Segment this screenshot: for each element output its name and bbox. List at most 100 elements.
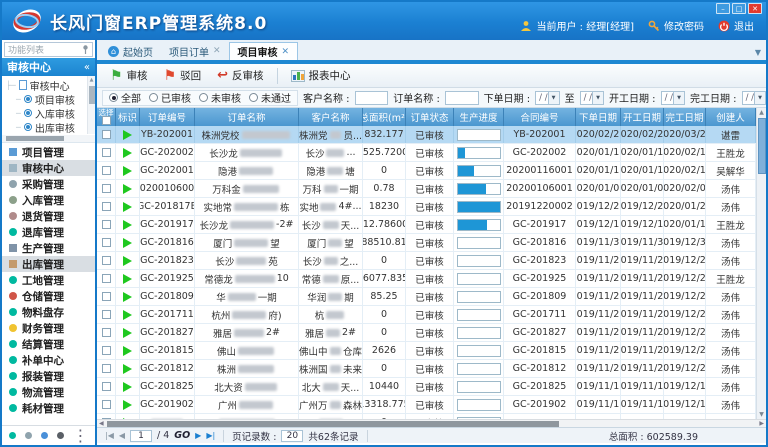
column-header-contract[interactable]: 合同编号 [504, 108, 576, 126]
page-number-input[interactable]: 1 [130, 430, 152, 442]
column-header-order-no[interactable]: 订单编号 [140, 108, 195, 126]
change-password-button[interactable]: 修改密码 [648, 18, 704, 33]
row-checkbox[interactable] [102, 238, 111, 247]
sidebar-panel-header[interactable]: 审核中心 « [2, 58, 95, 76]
column-header-start-date[interactable]: 开工日期 [621, 108, 664, 126]
scroll-thumb[interactable] [107, 421, 559, 427]
unaudit-button[interactable]: ↩ 反审核 [210, 66, 270, 85]
grid-vertical-scrollbar[interactable]: ▲ ▼ [756, 108, 766, 419]
column-header-creator[interactable]: 创建人 [706, 108, 756, 126]
row-checkbox[interactable] [102, 310, 111, 319]
maximize-button[interactable]: □ [732, 3, 746, 14]
table-row[interactable]: 20200106001万科金万科一期0.78已审核202001060012020… [97, 180, 756, 198]
tree-item-1[interactable]: ─入库审核 [2, 106, 95, 120]
row-checkbox[interactable] [102, 274, 111, 283]
select-all-checkbox[interactable] [102, 116, 111, 125]
tree-root-audit-center[interactable]: ├─ 审核中心 [2, 78, 95, 92]
tree-vertical-scrollbar[interactable]: ▲ [87, 76, 95, 134]
scroll-down-icon[interactable]: ▼ [757, 410, 766, 419]
sidebar-item-报装管理[interactable]: 报装管理 [2, 368, 95, 384]
row-checkbox[interactable] [102, 400, 111, 409]
radio-未通过[interactable]: 未通过 [249, 90, 291, 105]
start-date-input[interactable]: / /▼ [661, 91, 685, 105]
sidebar-item-结算管理[interactable]: 结算管理 [2, 336, 95, 352]
row-checkbox[interactable] [102, 364, 111, 373]
close-tab-icon[interactable]: ✕ [282, 47, 290, 57]
sidebar-item-耗材管理[interactable]: 耗材管理 [2, 400, 95, 416]
table-row[interactable]: GC-201711杭州府)杭0已审核GC-2017112019/11/20201… [97, 306, 756, 324]
table-row[interactable]: YB-202001株洲党校株洲党员...832.177已审核YB-2020012… [97, 126, 756, 144]
table-row[interactable]: GC-201925常德龙10常德原...266077.835...已审核GC-2… [97, 270, 756, 288]
sidebar-item-出库管理[interactable]: 出库管理 [2, 256, 95, 272]
table-row[interactable]: GC-201825北大资北大天...10440已审核GC-2018252019/… [97, 378, 756, 396]
sidebar-item-补单中心[interactable]: 补单中心 [2, 352, 95, 368]
sidebar-item-退库管理[interactable]: 退库管理 [2, 224, 95, 240]
column-header-flag[interactable]: 标识 [116, 108, 140, 126]
table-row[interactable]: GC-201815佛山佛山中仓库2626已审核GC-2018152019/11/… [97, 342, 756, 360]
tab-project-audit[interactable]: 项目审核 ✕ [229, 42, 299, 60]
tab-project-orders[interactable]: 项目订单 ✕ [161, 42, 229, 60]
grid-horizontal-scrollbar[interactable]: ◀ ▶ [97, 419, 766, 427]
next-page-button[interactable]: ▶ [195, 431, 201, 440]
report-center-button[interactable]: 报表中心 [284, 66, 358, 85]
radio-全部[interactable]: 全部 [109, 90, 141, 105]
tree-horizontal-scrollbar[interactable] [2, 135, 95, 142]
finish-date-input[interactable]: / /▼ [742, 91, 766, 105]
collapsed-icon-3[interactable] [41, 432, 48, 439]
tree-item-2[interactable]: ─出库审核 [2, 120, 95, 134]
column-header-progress[interactable]: 生产进度 [454, 108, 504, 126]
scroll-left-icon[interactable]: ◀ [99, 420, 104, 428]
row-checkbox[interactable] [102, 184, 111, 193]
sidebar-item-工地管理[interactable]: 工地管理 [2, 272, 95, 288]
calendar-dropdown-icon[interactable]: ▼ [673, 92, 684, 104]
tab-home[interactable]: ⌂ 起始页 [100, 42, 161, 60]
minimize-button[interactable]: – [716, 3, 730, 14]
table-row[interactable]: GC-201809华一期华润期85.25已审核GC-2018092019/11/… [97, 288, 756, 306]
tab-overflow-icon[interactable]: ▼ [755, 48, 761, 57]
sidebar-item-仓储管理[interactable]: 仓储管理 [2, 288, 95, 304]
table-row[interactable]: GC-201902广州广州万森林13318.775已审核GC-201902201… [97, 396, 756, 414]
collapsed-icon-1[interactable] [9, 432, 16, 439]
scroll-thumb[interactable] [6, 136, 64, 141]
order-date-from-input[interactable]: / /▼ [535, 91, 559, 105]
table-row[interactable]: GC-201816厦门望厦门望188510.818已审核GC-201816201… [97, 234, 756, 252]
sidebar-item-物料盘存[interactable]: 物料盘存 [2, 304, 95, 320]
row-checkbox[interactable] [102, 256, 111, 265]
scroll-thumb[interactable] [758, 118, 766, 174]
row-checkbox[interactable] [102, 292, 111, 301]
row-checkbox[interactable] [102, 166, 111, 175]
column-header-order-name[interactable]: 订单名称 [195, 108, 299, 126]
sidebar-item-退货管理[interactable]: 退货管理 [2, 208, 95, 224]
scroll-right-icon[interactable]: ▶ [759, 420, 764, 428]
sidebar-item-审核中心[interactable]: 审核中心 [2, 160, 95, 176]
row-checkbox[interactable] [102, 382, 111, 391]
column-header-select[interactable]: 选择 [97, 108, 116, 126]
column-header-status[interactable]: 订单状态 [406, 108, 454, 126]
close-tab-icon[interactable]: ✕ [213, 46, 221, 56]
row-checkbox[interactable] [102, 328, 111, 337]
calendar-dropdown-icon[interactable]: ▼ [592, 92, 603, 104]
collapsed-icon-2[interactable] [25, 432, 32, 439]
prev-page-button[interactable]: ◀ [119, 431, 125, 440]
table-row[interactable]: GC-202001隐港隐港塘0已审核202001160012020/01/162… [97, 162, 756, 180]
function-search-input[interactable]: 功能列表 [4, 42, 93, 57]
table-row[interactable]: GC-202002长沙龙长沙...65525.7200...已审核GC-2020… [97, 144, 756, 162]
sidebar-item-物流管理[interactable]: 物流管理 [2, 384, 95, 400]
close-button[interactable]: ✕ [748, 3, 762, 14]
radio-已审核[interactable]: 已审核 [149, 90, 191, 105]
sidebar-item-生产管理[interactable]: 生产管理 [2, 240, 95, 256]
collapsed-icon-4[interactable] [57, 432, 64, 439]
sidebar-item-采购管理[interactable]: 采购管理 [2, 176, 95, 192]
sidebar-item-项目管理[interactable]: 项目管理 [2, 144, 95, 160]
row-checkbox[interactable] [102, 346, 111, 355]
radio-未审核[interactable]: 未审核 [199, 90, 241, 105]
column-header-finish-date[interactable]: 完工日期 [664, 108, 706, 126]
scroll-thumb[interactable] [89, 86, 95, 104]
overflow-dots[interactable]: ⋮ [73, 426, 89, 445]
scroll-up-icon[interactable]: ▲ [88, 76, 95, 85]
calendar-dropdown-icon[interactable]: ▼ [548, 92, 559, 104]
audit-button[interactable]: ⚑ 审核 [103, 66, 155, 85]
table-row[interactable]: GC-201917长沙龙-2#长沙天...8512.78600...已审核GC-… [97, 216, 756, 234]
column-header-area[interactable]: 总面积(m²) [363, 108, 406, 126]
calendar-dropdown-icon[interactable]: ▼ [754, 92, 765, 104]
